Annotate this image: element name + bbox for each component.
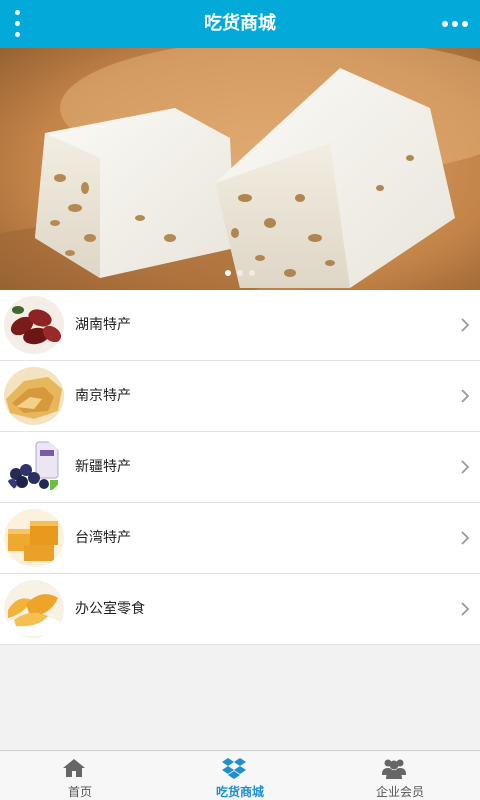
tab-home[interactable]: 首页 [0, 751, 160, 800]
list-item-label: 办公室零食 [75, 601, 145, 617]
dates-thumbnail [4, 296, 64, 354]
mango-slices-thumbnail [4, 580, 64, 638]
tab-mall[interactable]: 吃货商城 [160, 751, 320, 800]
category-list: 湖南特产 南京特产 新疆特产 台湾特产 办公室零食 [0, 290, 480, 645]
carousel-dots [0, 270, 480, 276]
top-bar: 吃货商城 [0, 0, 480, 48]
list-item-office-snacks[interactable]: 办公室零食 [0, 574, 480, 645]
list-item-label: 台湾特产 [75, 530, 131, 546]
duck-thumbnail [4, 367, 64, 425]
tab-members[interactable]: 企业会员 [320, 751, 480, 800]
list-item-nanjing[interactable]: 南京特产 [0, 361, 480, 432]
chevron-right-icon [461, 389, 470, 403]
list-item-label: 湖南特产 [75, 317, 131, 333]
carousel-dot[interactable] [237, 270, 243, 276]
page-title: 吃货商城 [204, 13, 276, 34]
dropbox-icon [222, 758, 246, 779]
carousel-dot[interactable] [225, 270, 231, 276]
horizontal-dots-icon[interactable] [440, 12, 470, 36]
carousel-dot[interactable] [249, 270, 255, 276]
chevron-right-icon [461, 602, 470, 616]
users-icon [382, 759, 406, 779]
list-item-hunan[interactable]: 湖南特产 [0, 290, 480, 361]
chevron-right-icon [461, 531, 470, 545]
tab-label: 吃货商城 [215, 785, 264, 799]
chevron-right-icon [461, 318, 470, 332]
tab-label: 企业会员 [375, 785, 424, 799]
home-icon [63, 759, 85, 777]
raisins-thumbnail [4, 438, 64, 496]
list-item-taiwan[interactable]: 台湾特产 [0, 503, 480, 574]
list-item-xinjiang[interactable]: 新疆特产 [0, 432, 480, 503]
chevron-right-icon [461, 460, 470, 474]
list-item-label: 新疆特产 [75, 459, 131, 475]
banner-nougat-image [0, 48, 480, 290]
banner-carousel[interactable] [0, 48, 480, 290]
tab-label: 首页 [67, 785, 92, 799]
bottom-tab-bar: 首页 吃货商城 企业会员 [0, 750, 480, 800]
pineapple-cake-thumbnail [4, 509, 64, 567]
list-item-label: 南京特产 [75, 388, 131, 404]
